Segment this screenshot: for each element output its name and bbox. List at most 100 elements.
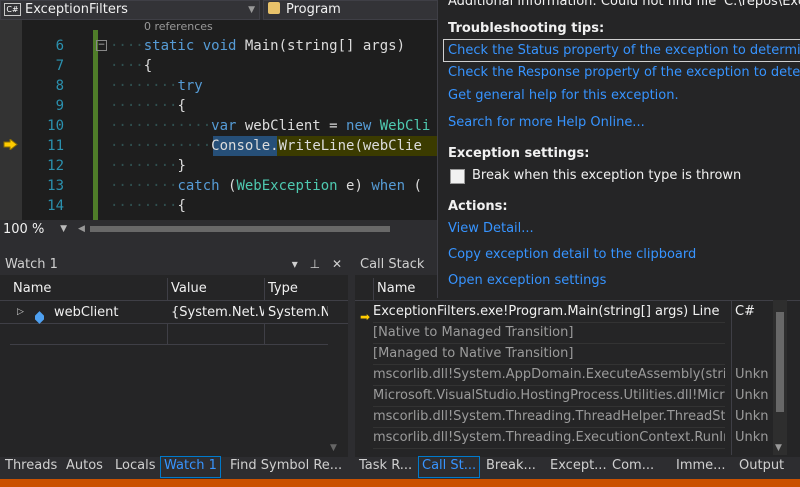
panel-title-text: Watch 1 [5,257,58,272]
call-stack-language: Unkn [735,409,769,424]
scroll-down-icon[interactable]: ▼ [775,443,782,453]
zoom-dropdown[interactable]: 100 % ▼ [0,221,73,238]
view-detail-link[interactable]: View Detail... [448,221,534,236]
glyph-margin[interactable] [0,20,22,220]
actions-heading: Actions: [448,199,508,214]
line-number: 6 [55,38,64,54]
line-number: 10 [47,118,64,134]
zoom-value: 100 % [3,222,45,237]
call-stack-row[interactable]: Microsoft.VisualStudio.HostingProcess.Ut… [373,386,725,407]
column-header-value[interactable]: Value [167,278,207,300]
code-line: ········catch (WebException e) when ( [110,178,422,194]
codelens-references[interactable]: 0 references [144,20,213,33]
dropdown-icon[interactable]: ▾ [292,257,298,271]
exception-settings-heading: Exception settings: [448,146,590,161]
watch-panel: Watch 1 ▾ ⊥ ✕ Name Value Type ▷ webClien… [0,254,348,457]
class-icon [268,2,280,14]
troubleshooting-heading: Troubleshooting tips: [448,21,605,36]
tip-link[interactable]: Check the Response property of the excep… [448,62,800,83]
call-stack-row[interactable]: [Managed to Native Transition] [373,344,725,365]
additional-information: Additional information: Could not find f… [448,0,800,9]
call-stack-language: Unkn [735,367,769,382]
watch-row-type: System.N [268,305,328,320]
code-line: ········try [110,78,203,94]
column-header-name[interactable]: Name [10,278,51,300]
tab-breakpoints[interactable]: Break... [486,457,536,477]
grid-divider [731,300,732,455]
watch-empty-row[interactable] [10,324,328,345]
code-line: ············var webClient = new WebCli [110,118,431,134]
watch-row[interactable]: ▷ webClient {System.Net.We System.N [0,302,348,324]
project-dropdown-label: ExceptionFilters [25,2,128,17]
editor-navigation-bar: C# ExceptionFilters ▼ Program [0,0,439,21]
tab-call-stack[interactable]: Call St... [418,456,481,478]
tool-window-tabs: Threads Autos Locals Watch 1 Find Symbol… [0,456,800,479]
break-when-thrown-label[interactable]: Break when this exception type is thrown [472,168,741,183]
line-number: 7 [55,58,64,74]
current-statement-arrow-icon [3,139,18,150]
open-exception-settings-link[interactable]: Open exception settings [448,273,606,288]
code-line: ····static void Main(string[] args) [110,38,406,54]
class-dropdown-label: Program [286,2,341,17]
tab-threads[interactable]: Threads [5,457,57,477]
call-stack-row[interactable]: [Native to Managed Transition] [373,323,725,344]
chevron-down-icon: ▼ [60,224,67,234]
tab-exception-settings[interactable]: Except... [550,457,607,477]
tab-autos[interactable]: Autos [66,457,103,477]
vertical-scrollbar[interactable]: ▼ [773,300,787,455]
tab-locals[interactable]: Locals [115,457,155,477]
code-line: ········{ [110,198,186,214]
pin-icon[interactable]: ⊥ [310,257,320,271]
tip-link[interactable]: Get general help for this exception. [448,85,679,106]
horizontal-scrollbar[interactable]: ◀ [76,224,437,234]
panel-title-text: Call Stack [360,257,425,272]
class-dropdown[interactable]: Program [263,0,439,20]
scroll-down-icon[interactable]: ▼ [330,443,337,453]
editor-status-strip: 100 % ▼ ◀ [0,220,437,240]
csharp-project-icon: C# [4,3,21,16]
line-number: 12 [47,158,64,174]
call-stack-row[interactable]: mscorlib.dll!System.AppDomain.ExecuteAss… [373,365,725,386]
close-icon[interactable]: ✕ [332,257,342,271]
call-stack-language: Unkn [735,430,769,445]
call-stack-row[interactable]: mscorlib.dll!System.Threading.ThreadHelp… [373,407,725,428]
current-frame-arrow-icon: ➡ [360,310,371,324]
tab-find-symbol-results[interactable]: Find Symbol Re... [230,457,342,477]
tab-command-window[interactable]: Com... [612,457,654,477]
column-header-name[interactable]: Name [373,278,415,300]
scroll-left-icon[interactable]: ◀ [78,224,85,234]
line-number: 11 [47,138,64,154]
code-line-current: ············Console.WriteLine(webClie [110,138,422,154]
copy-detail-link[interactable]: Copy exception detail to the clipboard [448,247,696,262]
tab-task-runner[interactable]: Task R... [359,457,412,477]
call-stack-row[interactable]: ExceptionFilters.exe!Program.Main(string… [373,302,725,323]
scrollbar-thumb[interactable] [90,226,390,232]
tab-immediate-window[interactable]: Imme... [676,457,726,477]
change-tracking-bar [93,30,98,220]
code-line: ········} [110,158,186,174]
line-number: 8 [55,78,64,94]
chevron-down-icon: ▼ [248,5,255,15]
watch-column-headers: Name Value Type [0,278,348,301]
code-line: ····{ [110,58,153,74]
tab-watch-1[interactable]: Watch 1 [160,456,221,478]
tip-link[interactable]: Check the Status property of the excepti… [443,39,800,62]
watch-row-name: webClient [54,305,119,320]
exception-helper-popup: Additional information: Could not find f… [437,0,800,298]
project-dropdown[interactable]: C# ExceptionFilters ▼ [0,0,260,20]
break-when-thrown-checkbox[interactable] [450,169,465,184]
search-online-link[interactable]: Search for more Help Online... [448,115,645,130]
line-number: 13 [47,178,64,194]
call-stack-language: C# [735,304,755,319]
expand-arrow-icon[interactable]: ▷ [17,302,24,323]
collapse-toggle[interactable]: − [96,40,107,51]
watch-row-value: {System.Net.We [171,305,264,320]
column-header-type[interactable]: Type [264,278,298,300]
tab-output[interactable]: Output [739,457,784,477]
line-number: 9 [55,98,64,114]
call-stack-row[interactable]: mscorlib.dll!System.Threading.ExecutionC… [373,428,725,449]
status-bar [0,479,800,487]
vertical-scrollbar[interactable]: ▼ [328,300,342,455]
scrollbar-thumb[interactable] [776,312,784,412]
call-stack-language: Unkn [735,388,769,403]
